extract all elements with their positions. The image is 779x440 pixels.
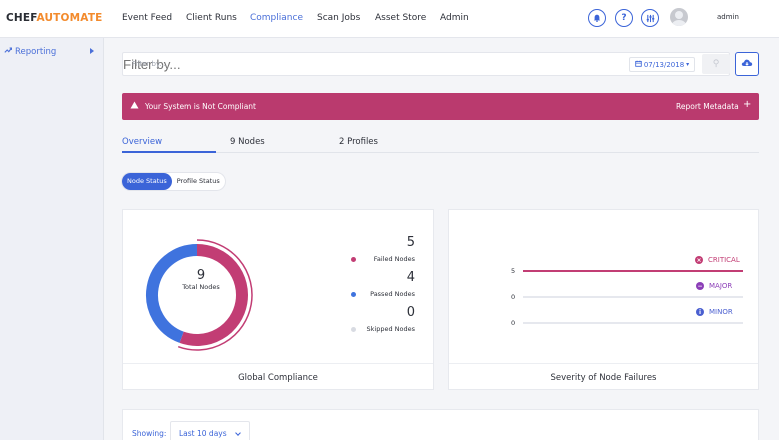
calendar-icon [635,60,642,69]
filter-input[interactable] [123,53,623,75]
global-compliance-title: Global Compliance [238,373,318,383]
skipped-nodes-value: 0 [406,305,415,320]
sidebar-item-reporting[interactable]: Reporting [4,46,56,57]
sidebar: Reporting [0,38,104,440]
tab-overview[interactable]: Overview [122,137,162,147]
avatar[interactable] [670,8,688,26]
warning-icon [130,101,139,112]
sidebar-item-label: Reporting [15,46,57,57]
plus-icon[interactable]: + [743,99,751,110]
nav-client-runs[interactable]: Client Runs [186,13,237,23]
critical-count: 5 [511,267,516,275]
critical-bar [523,270,743,272]
failed-dot-icon [351,257,356,262]
toggle-node-status[interactable]: Node Status [122,173,172,190]
severity-card: 5 0 0 × CRITICAL − MAJOR i MINOR Severit… [448,209,759,390]
legend-skipped: 0 Skipped Nodes [351,305,415,335]
user-name[interactable]: admin [717,13,739,21]
report-metadata-link[interactable]: Report Metadata [676,102,739,111]
donut-slice-passed-nodes[interactable] [146,244,198,343]
critical-text: CRITICAL [708,256,740,264]
time-range-select[interactable]: Last 10 days [170,421,250,440]
critical-bar-track [523,270,743,272]
minor-label: i MINOR [696,308,733,316]
minor-info-icon: i [696,308,704,316]
nav-event-feed[interactable]: Event Feed [122,13,172,23]
passed-dot-icon [351,292,356,297]
major-text: MAJOR [709,282,733,290]
top-nav: CHEFAUTOMATE Event Feed Client Runs Comp… [0,0,779,38]
donut-slice-failed-nodes[interactable] [179,244,248,346]
compliance-donut-chart [146,239,253,351]
card-divider [449,363,758,364]
showing-label: Showing: [132,429,167,438]
banner-message: Your System is Not Compliant [145,102,256,111]
donut-center: 9 Total Nodes [161,268,241,291]
date-value: 07/13/2018 [643,60,685,69]
passed-nodes-value: 4 [406,270,415,285]
cloud-download-icon [741,58,753,71]
date-picker[interactable]: 07/13/2018 ▾ [629,57,695,72]
search-icon: ⚲ [712,59,720,69]
total-nodes-value: 9 [196,268,206,283]
tab-divider [122,152,759,153]
card-divider [123,363,433,364]
minor-bar-track [523,322,743,324]
major-label: − MAJOR [696,282,732,290]
filter-placeholder: Filter by... [132,60,166,68]
passed-nodes-label: Passed Nodes [370,290,415,298]
minor-text: MINOR [709,308,733,316]
tab-profiles[interactable]: 2 Profiles [339,137,378,147]
nav-compliance[interactable]: Compliance [250,13,303,23]
nav-admin[interactable]: Admin [440,13,469,23]
app-logo[interactable]: CHEFAUTOMATE [6,12,103,24]
nav-scan-jobs[interactable]: Scan Jobs [317,13,360,23]
chart-icon [4,46,13,57]
chevron-down-icon: ▾ [686,61,690,68]
failed-nodes-label: Failed Nodes [373,255,415,263]
global-compliance-card: 9 Total Nodes 5 Failed Nodes 4 Passed No… [122,209,434,390]
status-toggle: Node Status Profile Status [122,173,225,190]
skipped-nodes-label: Skipped Nodes [366,325,416,333]
time-range-value: Last 10 days [179,429,227,438]
tab-nodes[interactable]: 9 Nodes [230,137,265,147]
bell-icon[interactable] [588,9,606,27]
settings-sliders-icon[interactable] [641,9,659,27]
nav-asset-store[interactable]: Asset Store [375,13,426,23]
critical-label: × CRITICAL [695,256,740,264]
showing-bar: Showing: Last 10 days [122,409,759,440]
toggle-profile-status[interactable]: Profile Status [172,173,225,190]
search-button[interactable]: ⚲ [702,54,730,74]
legend-passed: 4 Passed Nodes [351,270,415,300]
download-button[interactable] [735,52,759,76]
major-bar-track [523,296,743,298]
help-icon[interactable]: ? [615,9,633,27]
minor-count: 0 [511,319,516,327]
severity-title: Severity of Node Failures [550,373,657,383]
total-nodes-label: Total Nodes [182,283,220,291]
major-count: 0 [511,293,516,301]
tab-active-indicator [122,151,216,153]
filter-bar: Filter by... 07/13/2018 ▾ [122,52,730,76]
compliance-banner: Your System is Not Compliant Report Meta… [122,93,759,120]
skipped-dot-icon [351,327,356,332]
major-minus-icon: − [696,282,704,290]
critical-x-icon: × [695,256,703,264]
caret-right-icon[interactable] [90,48,94,54]
failed-nodes-value: 5 [406,235,415,250]
chevron-down-icon [235,430,241,436]
legend-failed: 5 Failed Nodes [351,235,415,265]
